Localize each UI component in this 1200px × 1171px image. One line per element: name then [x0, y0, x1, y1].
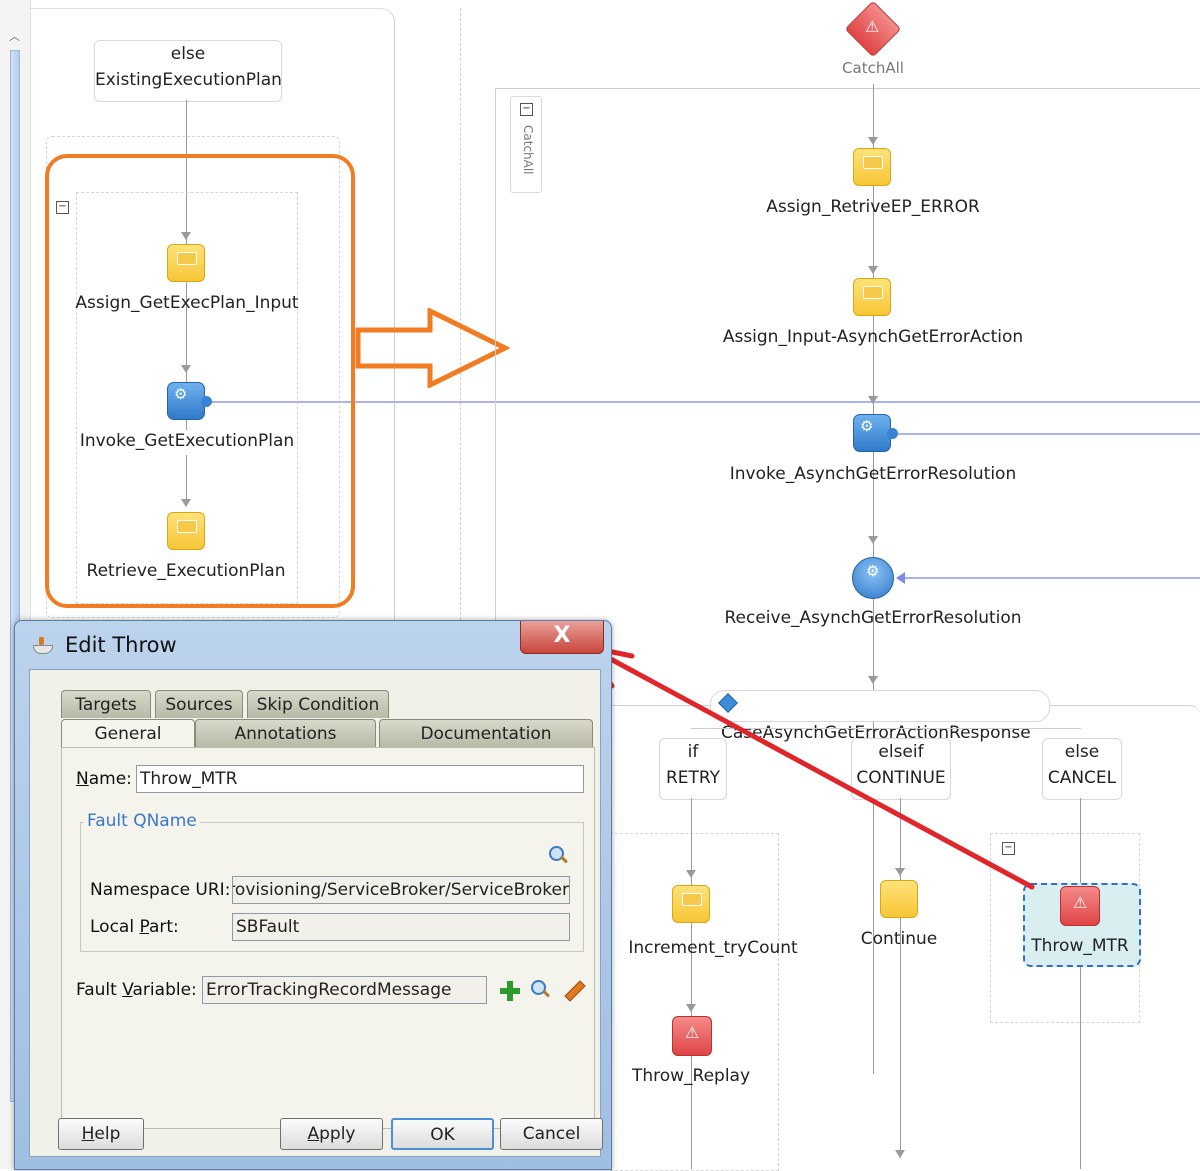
tab-sources[interactable]: Sources: [155, 690, 243, 718]
collapse-toggle[interactable]: −: [520, 103, 533, 116]
branch-else-cancel[interactable]: else CANCEL: [1042, 738, 1122, 800]
throw-activity-icon[interactable]: ⚠: [672, 1016, 712, 1056]
tab-documentation[interactable]: Documentation: [379, 719, 593, 747]
orange-arrow-annotation: [355, 308, 511, 388]
node-label: Receive_AsynchGetErrorResolution: [724, 608, 1022, 628]
invoke-activity-icon[interactable]: ⚙: [853, 414, 898, 452]
cancel-button[interactable]: Cancel: [500, 1118, 603, 1150]
tab-targets[interactable]: Targets: [61, 690, 151, 718]
red-arrow-annotation: [585, 644, 1035, 890]
ok-button[interactable]: OK: [391, 1118, 494, 1150]
tab-general[interactable]: General: [61, 719, 195, 747]
add-variable-icon[interactable]: [500, 981, 520, 1001]
name-label: Name:: [76, 769, 132, 789]
receive-activity-icon[interactable]: ⚙: [852, 557, 894, 599]
warning-icon: ⚠: [865, 17, 880, 36]
node-label: Throw_Replay: [631, 1066, 751, 1086]
local-part-field[interactable]: SBFault: [232, 913, 570, 941]
tab-annotations[interactable]: Annotations: [195, 719, 376, 747]
node-label: Throw_MTR: [1031, 936, 1129, 956]
namespace-field[interactable]: Provisioning/ServiceBroker/ServiceBroker: [232, 876, 570, 904]
partner-link-line: [905, 577, 1200, 579]
help-button[interactable]: Help: [58, 1118, 144, 1150]
fault-variable-field[interactable]: ErrorTrackingRecordMessage: [202, 976, 487, 1004]
flow-arrow: [868, 137, 878, 145]
assign-activity-icon[interactable]: [853, 148, 891, 186]
flow-arrow: [686, 1004, 696, 1012]
app-icon: [31, 635, 53, 655]
else-branch-node[interactable]: else ExistingExecutionPlan: [94, 40, 282, 102]
else-branch-condition: ExistingExecutionPlan: [95, 70, 282, 90]
edit-variable-pencil-icon[interactable]: [562, 979, 586, 1002]
branch-keyword: else: [1064, 742, 1100, 762]
flow-arrow: [895, 1150, 905, 1158]
node-label: Increment_tryCount: [628, 938, 798, 958]
close-icon: X: [553, 623, 571, 648]
local-part-label: Local Part:: [90, 917, 179, 937]
node-label: Assign_RetriveEP_ERROR: [766, 197, 980, 217]
dialog-body: Targets Sources Skip Condition General A…: [29, 669, 603, 1157]
browse-search-icon[interactable]: [548, 845, 568, 865]
node-label: Continue: [860, 929, 938, 949]
flow-arrow: [868, 266, 878, 274]
fault-variable-label: Fault Variable:: [76, 980, 197, 1000]
apply-button[interactable]: Apply: [280, 1118, 383, 1150]
catchall-label: CatchAll: [842, 59, 904, 77]
tab-skip-condition[interactable]: Skip Condition: [247, 690, 389, 718]
catchall-scope-label: CatchAll: [521, 125, 535, 175]
partner-link-line: [898, 433, 1200, 435]
browse-variable-search-icon[interactable]: [530, 979, 550, 1001]
dialog-title: Edit Throw: [65, 633, 177, 657]
node-label: Invoke_AsynchGetErrorResolution: [729, 464, 1017, 484]
scroll-up-icon[interactable]: ︿: [9, 28, 23, 43]
flow-line: [1080, 798, 1081, 1169]
flow-arrow: [868, 536, 878, 544]
partner-link-arrow: [896, 572, 905, 584]
node-label: Assign_Input-AsynchGetErrorAction: [722, 327, 1024, 347]
edit-throw-dialog: Edit Throw X Targets Sources Skip Condit…: [14, 620, 612, 1170]
branch-condition: CANCEL: [1047, 768, 1117, 788]
fault-qname-legend: Fault QName: [84, 811, 200, 831]
name-field[interactable]: Throw_MTR: [136, 765, 584, 793]
assign-activity-icon[interactable]: [853, 278, 891, 316]
throw-activity-icon[interactable]: ⚠: [1060, 886, 1100, 926]
else-branch-keyword: else: [170, 44, 206, 64]
highlight-box: [45, 154, 355, 608]
namespace-value: Provisioning/ServiceBroker/ServiceBroker: [232, 880, 569, 900]
close-button[interactable]: X: [520, 621, 604, 654]
flow-arrow: [868, 396, 878, 404]
namespace-label: Namespace URI:: [90, 880, 231, 900]
